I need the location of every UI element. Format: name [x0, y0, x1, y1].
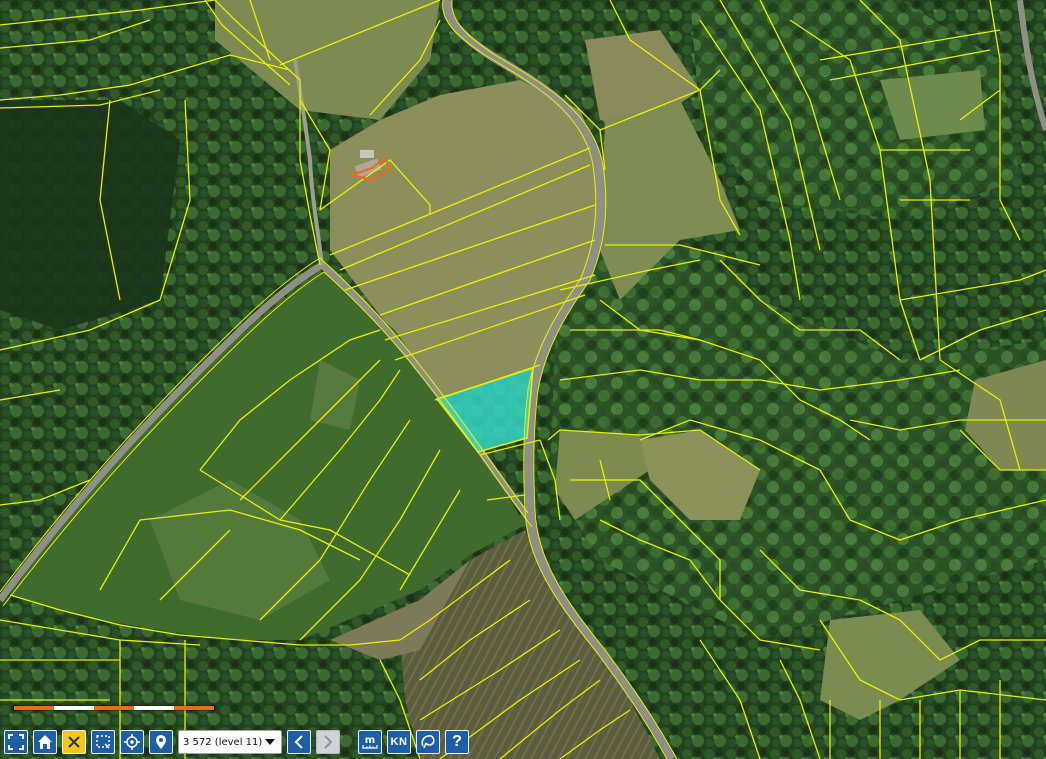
target-icon [124, 734, 140, 750]
home-button[interactable] [33, 730, 57, 754]
cadastre-label: KN [390, 736, 408, 748]
fullscreen-icon [8, 734, 24, 750]
help-button[interactable]: ? [445, 730, 469, 754]
chevron-left-icon [294, 735, 303, 749]
measure-label: m [365, 735, 375, 746]
clear-button[interactable] [62, 730, 86, 754]
help-label: ? [452, 733, 462, 750]
zoom-level-value: 3 572 (level 11) [183, 736, 263, 748]
scale-bar-segment [54, 706, 94, 710]
scale-bar-segment [14, 706, 54, 710]
scale-bar-segment [174, 706, 214, 710]
chevron-right-icon [324, 735, 333, 749]
select-area-icon [96, 735, 110, 749]
map-toolbar: 3 572 (level 11) m KN ? [4, 729, 469, 755]
place-button[interactable] [149, 730, 173, 754]
select-area-button[interactable] [91, 730, 115, 754]
map-canvas[interactable] [0, 0, 1046, 759]
locate-button[interactable] [120, 730, 144, 754]
forest-area [0, 100, 180, 330]
measure-icon: m [362, 735, 378, 749]
close-icon [68, 736, 80, 748]
draw-button[interactable] [416, 730, 440, 754]
home-icon [38, 735, 52, 749]
measure-button[interactable]: m [358, 730, 382, 754]
fullscreen-button[interactable] [4, 730, 28, 754]
scale-bar [14, 706, 214, 710]
map-pin-icon [156, 735, 166, 749]
chevron-down-icon [265, 739, 275, 745]
scale-bar-segment [94, 706, 134, 710]
forward-button[interactable] [316, 730, 340, 754]
lasso-icon [421, 735, 435, 749]
house-roof [360, 150, 374, 158]
scale-bar-segment [134, 706, 174, 710]
cadastre-button[interactable]: KN [387, 730, 411, 754]
back-button[interactable] [287, 730, 311, 754]
zoom-level-select[interactable]: 3 572 (level 11) [178, 730, 282, 754]
